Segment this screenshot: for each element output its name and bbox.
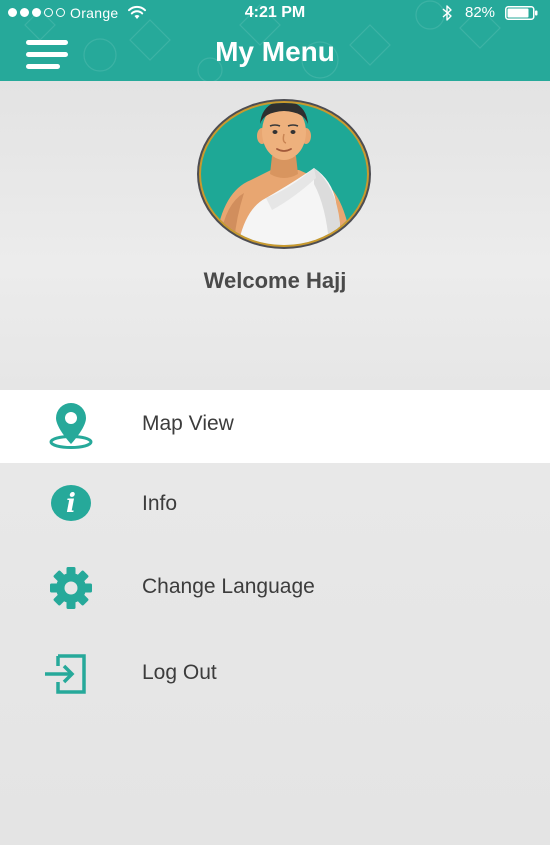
battery-icon [505, 6, 538, 20]
logout-icon [45, 654, 86, 694]
info-icon: i [51, 485, 91, 521]
bluetooth-icon [442, 5, 452, 21]
menu-item-change-language[interactable]: Change Language [0, 549, 550, 635]
map-pin-icon [49, 403, 93, 449]
avatar [197, 99, 371, 249]
page-title: My Menu [215, 36, 335, 67]
menu-list: Map View i Info Change Language Log Out [0, 390, 550, 721]
gear-icon [50, 567, 92, 609]
menu-item-label: Change Language [142, 575, 315, 598]
welcome-message: Welcome Hajj [203, 268, 347, 293]
menu-item-map-view[interactable]: Map View [0, 390, 550, 463]
svg-text:i: i [66, 489, 76, 519]
menu-item-label: Log Out [142, 661, 217, 684]
status-bar: Orange 4:21 PM 82% [0, 0, 550, 28]
menu-item-label: Map View [142, 412, 234, 435]
battery-percent: 82% [465, 4, 496, 21]
menu-item-log-out[interactable]: Log Out [0, 635, 550, 721]
menu-item-label: Info [142, 492, 178, 515]
menu-item-info[interactable]: i Info [0, 463, 550, 549]
